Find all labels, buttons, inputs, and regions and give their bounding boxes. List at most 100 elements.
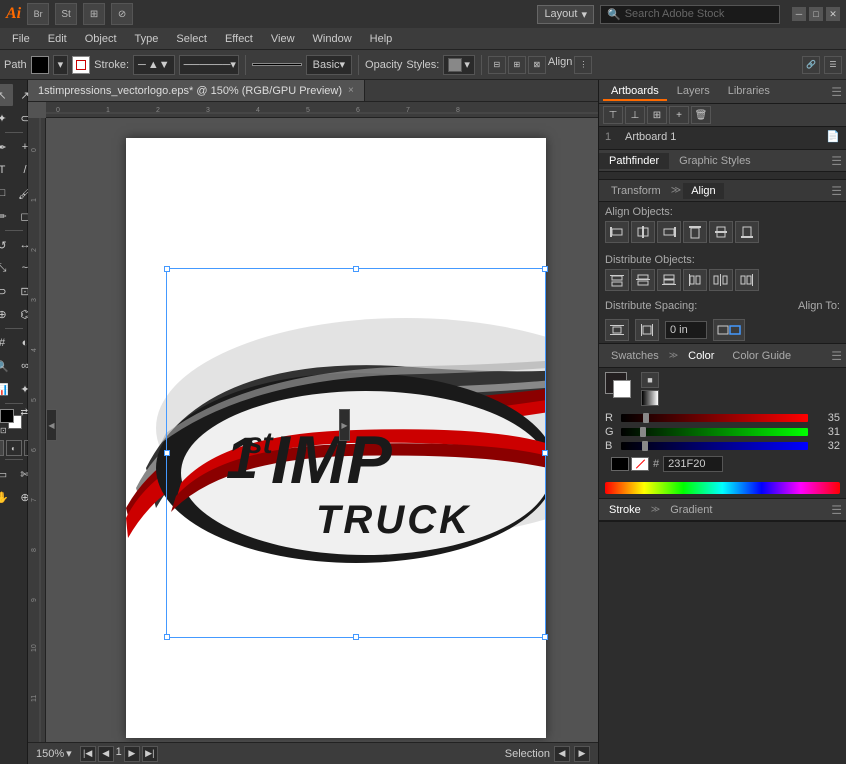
prev-page-button[interactable]: ◀	[98, 746, 114, 762]
stock-icon[interactable]: St	[55, 3, 77, 25]
menu-object[interactable]: Object	[77, 31, 125, 47]
foreground-color[interactable]	[0, 409, 14, 423]
artboard-add[interactable]: +	[669, 106, 689, 124]
magic-wand-tool[interactable]: ✦	[0, 107, 13, 129]
canvas-content[interactable]: 1 st IMP TRUCK	[46, 118, 598, 742]
eyedropper-tool[interactable]: 🔍	[0, 355, 13, 377]
color-tab[interactable]: Color	[680, 348, 722, 364]
type-tool[interactable]: T	[0, 159, 13, 181]
document-tab[interactable]: 1stimpressions_vectorlogo.eps* @ 150% (R…	[28, 80, 365, 101]
close-button[interactable]: ✕	[826, 7, 840, 21]
stroke-panel-menu[interactable]: ☰	[831, 503, 846, 517]
maximize-button[interactable]: □	[809, 7, 823, 21]
menu-type[interactable]: Type	[127, 31, 167, 47]
stroke-tab[interactable]: Stroke	[599, 502, 651, 518]
layout-dropdown[interactable]: Layout ▾	[537, 5, 594, 24]
right-panel-collapse[interactable]: ▶	[339, 409, 350, 441]
canvas-scroll-area[interactable]: 0 1 2 3 4 5 6 7 8 0 1 2 3	[28, 102, 598, 742]
stroke-style-dropdown[interactable]: ──────▾	[179, 55, 239, 75]
close-tab-button[interactable]: ×	[348, 85, 354, 96]
swatches-tab[interactable]: Swatches	[603, 348, 667, 364]
rectangle-tool[interactable]: □	[0, 182, 13, 204]
menu-edit[interactable]: Edit	[40, 31, 75, 47]
dist-spacing-h-button[interactable]	[635, 319, 659, 341]
menu-select[interactable]: Select	[168, 31, 215, 47]
zoom-dropdown-icon[interactable]: ▾	[66, 747, 72, 760]
solid-color-option[interactable]: ■	[641, 372, 659, 388]
align-tab[interactable]: Align	[683, 183, 723, 199]
gradient-mode-btn[interactable]: ◐	[6, 440, 22, 456]
align-button[interactable]: ⊟	[488, 56, 506, 74]
b-slider-track[interactable]	[621, 442, 808, 450]
align-right-edge-button[interactable]	[657, 221, 681, 243]
libraries-tab[interactable]: Libraries	[720, 83, 778, 101]
status-arrow-left[interactable]: ◀	[554, 746, 570, 762]
menu-window[interactable]: Window	[305, 31, 360, 47]
stroke-color-box[interactable]	[613, 380, 631, 398]
fill-dropdown[interactable]: ▾	[53, 55, 69, 75]
artboard-page-icon[interactable]: 📄	[826, 130, 840, 143]
align-vert-center-button[interactable]	[709, 221, 733, 243]
color-spectrum-bar[interactable]	[605, 482, 840, 494]
dist-left-button[interactable]	[683, 269, 707, 291]
stock-search[interactable]: 🔍 Search Adobe Stock	[600, 5, 780, 24]
align-right-button[interactable]: ⊠	[528, 56, 546, 74]
g-slider-track[interactable]	[621, 428, 808, 436]
width-tool[interactable]: ⊃	[0, 280, 13, 302]
dist-vcenter-button[interactable]	[631, 269, 655, 291]
color-guide-tab[interactable]: Color Guide	[724, 348, 799, 364]
dist-right-button[interactable]	[735, 269, 759, 291]
left-panel-collapse[interactable]: ◀	[46, 409, 57, 441]
align-top-edge-button[interactable]	[683, 221, 707, 243]
align-left-edge-button[interactable]	[605, 221, 629, 243]
next-page-button[interactable]: ▶	[124, 746, 140, 762]
fill-swatch[interactable]	[31, 56, 49, 74]
hex-black-swatch[interactable]	[611, 457, 629, 471]
stroke-icon[interactable]	[72, 56, 90, 74]
artboard-rearrange[interactable]: ⊞	[647, 106, 667, 124]
rotate-tool[interactable]: ↺	[0, 234, 13, 256]
reset-colors-icon[interactable]: ⊡	[0, 426, 7, 435]
artboard-navigate-down[interactable]: ⊥	[625, 106, 645, 124]
graphic-styles-tab[interactable]: Graphic Styles	[669, 153, 761, 169]
chart-tool[interactable]: 📊	[0, 378, 13, 400]
last-page-button[interactable]: ▶|	[142, 746, 158, 762]
artboard-tool[interactable]: ▭	[0, 463, 13, 485]
distribute-button[interactable]: ⊞	[508, 56, 526, 74]
shape-builder-tool[interactable]: ⊕	[0, 303, 13, 325]
hex-input[interactable]	[663, 456, 723, 472]
align-options-button[interactable]: ⋮	[574, 56, 592, 74]
r-slider-track[interactable]	[621, 414, 808, 422]
pathfinder-tab[interactable]: Pathfinder	[599, 153, 669, 169]
artboard[interactable]: 1 st IMP TRUCK	[126, 138, 546, 738]
color-mode-btn[interactable]: □	[0, 440, 4, 456]
artboard-navigate-up[interactable]: ⊤	[603, 106, 623, 124]
panel-options-button[interactable]: ☰	[824, 56, 842, 74]
menu-file[interactable]: File	[4, 31, 38, 47]
mesh-tool[interactable]: #	[0, 332, 13, 354]
artboard-icon[interactable]: ⊘	[111, 3, 133, 25]
align-bottom-edge-button[interactable]	[735, 221, 759, 243]
color-panel-menu[interactable]: ☰	[831, 349, 842, 363]
stroke-weight[interactable]: ─▲▼	[133, 55, 175, 75]
transform-tab[interactable]: Transform	[603, 183, 669, 199]
zoom-control[interactable]: 150% ▾	[36, 747, 72, 760]
menu-view[interactable]: View	[263, 31, 303, 47]
first-page-button[interactable]: |◀	[80, 746, 96, 762]
pen-tool[interactable]: ✒	[0, 136, 13, 158]
hex-none-swatch[interactable]	[631, 457, 649, 471]
selection-tool[interactable]: ↖	[0, 84, 13, 106]
dist-spacing-v-button[interactable]	[605, 319, 629, 341]
artboard-delete[interactable]: 🗑	[691, 106, 711, 124]
link-icon[interactable]: 🔗	[802, 56, 820, 74]
dist-top-button[interactable]	[605, 269, 629, 291]
layers-tab[interactable]: Layers	[669, 83, 718, 101]
styles-swatch[interactable]: ▾	[443, 55, 475, 75]
align-panel-menu[interactable]: ☰	[831, 184, 842, 198]
status-arrow-right[interactable]: ▶	[574, 746, 590, 762]
gradient-tab[interactable]: Gradient	[660, 502, 722, 518]
minimize-button[interactable]: ─	[792, 7, 806, 21]
menu-effect[interactable]: Effect	[217, 31, 261, 47]
gradient-color-option[interactable]	[641, 390, 659, 406]
hand-tool[interactable]: ✋	[0, 486, 13, 508]
